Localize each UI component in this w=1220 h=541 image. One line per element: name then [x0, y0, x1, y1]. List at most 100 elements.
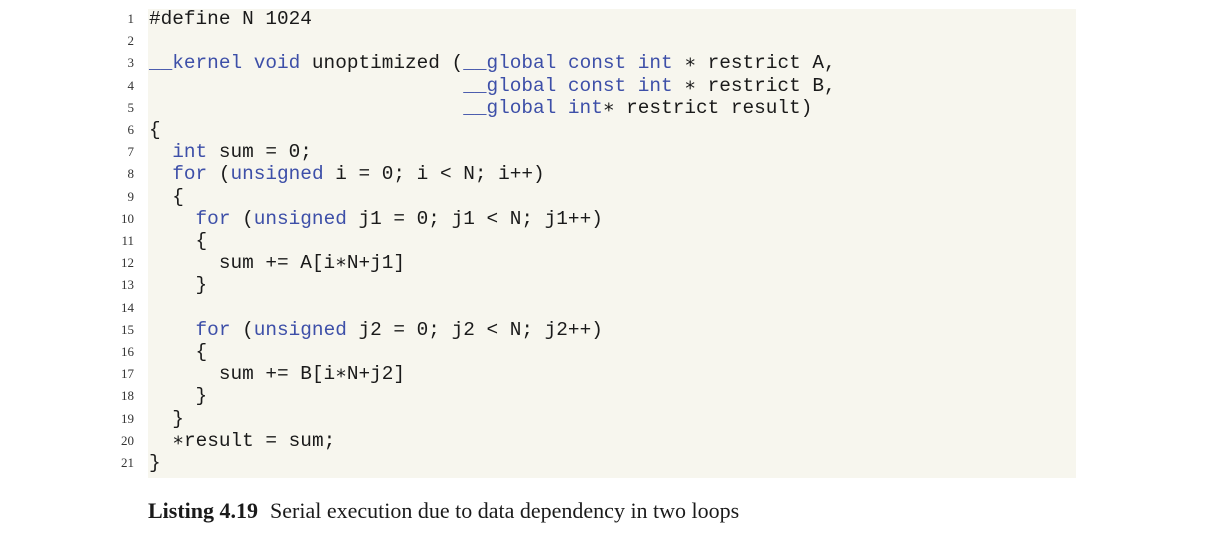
code-keyword: __global [463, 74, 557, 97]
line-number: 8 [127, 166, 135, 182]
code-keyword: __kernel [149, 52, 243, 75]
code-keyword: unsigned [230, 163, 324, 186]
code-token: } [149, 274, 208, 297]
code-text: { [149, 230, 208, 252]
code-text: #define N 1024 [149, 8, 312, 30]
code-line: 19 } [0, 408, 1000, 430]
code-token: ( [230, 207, 254, 230]
code-token: unoptimized ( [300, 52, 464, 75]
code-text: } [149, 274, 208, 297]
code-token: ( [230, 318, 254, 341]
code-text: for (unsigned j1 = 0; j1 < N; j1++) [149, 208, 603, 230]
code-keyword: int [637, 74, 673, 97]
code-text: { [149, 341, 208, 363]
line-number: 9 [127, 188, 135, 204]
code-line: 4 __global const int ∗ restrict B, [0, 75, 1000, 97]
code-line: 5 __global int∗ restrict result) [0, 97, 1000, 119]
code-token: ∗ restrict result) [602, 96, 813, 119]
code-line: 13 } [0, 274, 1000, 296]
line-number: 16 [121, 344, 134, 359]
line-number: 20 [121, 432, 134, 448]
code-token: sum += B[i∗N+j2] [149, 363, 406, 386]
code-line: 2 [0, 30, 1000, 52]
code-line: 14 [0, 297, 1000, 319]
code-keyword: const [567, 74, 627, 97]
code-text: __global int∗ restrict result) [149, 97, 812, 119]
line-number: 2 [127, 33, 135, 49]
code-text: for (unsigned i = 0; i < N; i++) [149, 163, 545, 186]
line-number: 12 [121, 255, 134, 271]
line-number: 15 [121, 321, 134, 337]
line-number: 21 [121, 455, 134, 470]
code-keyword: unsigned [253, 207, 347, 230]
code-keyword: const [567, 52, 627, 75]
code-token: j2 = 0; j2 < N; j2++) [346, 318, 603, 341]
code-token: ∗ restrict A, [672, 52, 836, 75]
code-text: } [149, 452, 161, 474]
caption-label: Listing 4.19 [148, 498, 259, 523]
code-line: 11 { [0, 230, 1000, 252]
code-keyword: for [195, 318, 231, 341]
code-keyword: int [172, 141, 208, 164]
code-line: 8 for (unsigned i = 0; i < N; i++) [0, 163, 1000, 185]
code-text: __kernel void unoptimized (__global cons… [149, 52, 836, 74]
caption-text: Serial execution due to data dependency … [270, 498, 740, 523]
line-number: 1 [127, 11, 135, 26]
code-line: 3 __kernel void unoptimized (__global con… [0, 52, 1000, 74]
code-token: ( [207, 163, 231, 186]
code-keyword: for [172, 163, 208, 186]
line-number: 10 [121, 210, 134, 226]
code-token: } [149, 407, 184, 430]
code-text: } [149, 385, 208, 408]
line-number: 7 [127, 144, 135, 160]
code-keyword: for [195, 207, 231, 230]
line-number: 14 [121, 299, 134, 315]
code-token: ∗result = sum; [149, 429, 336, 452]
line-number: 18 [121, 388, 134, 404]
code-token: #define N 1024 [149, 8, 312, 30]
code-token: } [149, 452, 161, 474]
code-text: } [149, 408, 184, 430]
code-token: { [149, 119, 161, 141]
code-line: 6{ [0, 119, 1000, 141]
code-line: 9 { [0, 186, 1000, 208]
code-line: 18 } [0, 385, 1000, 407]
code-token: { [149, 230, 208, 252]
code-text: { [149, 119, 161, 141]
code-line: 7 int sum = 0; [0, 141, 1000, 163]
line-number: 13 [121, 277, 134, 293]
line-number: 3 [127, 55, 135, 71]
code-token: j1 = 0; j1 < N; j1++) [346, 207, 603, 230]
code-token: sum += A[i∗N+j1] [149, 252, 406, 275]
code-text: for (unsigned j2 = 0; j2 < N; j2++) [149, 319, 603, 341]
code-keyword: void [253, 52, 301, 75]
code-text: int sum = 0; [149, 141, 312, 163]
code-keyword: __global [463, 52, 557, 75]
code-line: 16 { [0, 341, 1000, 363]
code-token: } [149, 385, 208, 408]
code-text: ∗result = sum; [149, 430, 335, 452]
code-text: sum += A[i∗N+j1] [149, 252, 405, 274]
line-number: 5 [127, 99, 135, 115]
line-number: 4 [127, 77, 135, 93]
code-keyword: int [637, 52, 673, 75]
code-keyword: unsigned [253, 318, 347, 341]
code-line: 20 ∗result = sum; [0, 430, 1000, 452]
code-token: i = 0; i < N; i++) [323, 163, 545, 186]
code-line: 15 for (unsigned j2 = 0; j2 < N; j2++) [0, 319, 1000, 341]
code-line: 21} [0, 452, 1000, 474]
code-line: 12 sum += A[i∗N+j1] [0, 252, 1000, 274]
code-text: sum += B[i∗N+j2] [149, 363, 405, 385]
code-token: sum = 0; [207, 141, 312, 164]
